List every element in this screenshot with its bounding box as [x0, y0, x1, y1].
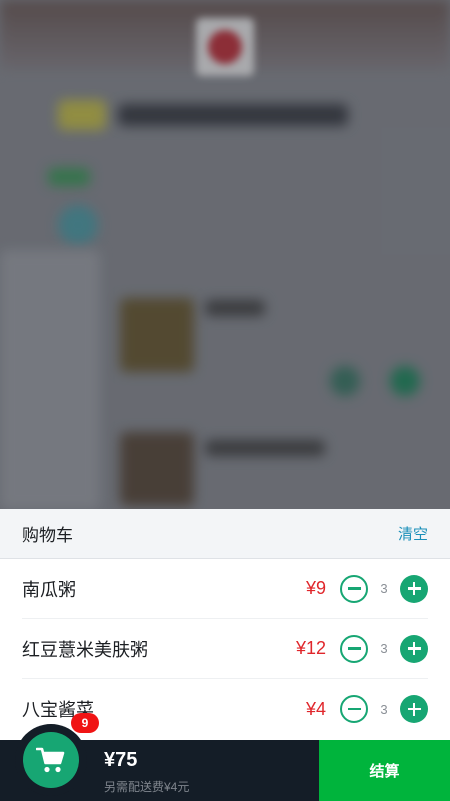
cart-item-price: ¥4 — [305, 698, 326, 719]
minus-icon — [347, 647, 361, 650]
cart-item-quantity: 3 — [380, 701, 388, 717]
minus-icon — [347, 707, 361, 711]
cart-title: 购物车 — [22, 526, 73, 545]
cart-item-name: 红豆薏米美肤粥 — [22, 639, 148, 660]
cart-button-ring: 9 — [15, 713, 99, 796]
increase-quantity-button[interactable] — [400, 695, 428, 723]
delivery-fee-note: 另需配送费¥4元 — [104, 780, 190, 794]
increase-quantity-button[interactable] — [400, 574, 428, 603]
minus-icon — [347, 587, 361, 590]
increase-quantity-button[interactable] — [400, 634, 428, 663]
cart-item: 南瓜粥 ¥9 3 — [22, 559, 428, 619]
cart-item-price: ¥12 — [295, 638, 326, 658]
cart-summary: 9 ¥75 另需配送费¥4元 — [0, 713, 319, 801]
decrease-quantity-button[interactable] — [340, 695, 368, 723]
cart-sheet: 购物车 清空 南瓜粥 ¥9 3 红豆薏米美肤粥 ¥12 3 八宝酱菜 ¥4 3 — [0, 509, 450, 740]
cart-icon — [36, 747, 65, 773]
cart-bottom-bar: 9 ¥75 另需配送费¥4元 结算 — [0, 713, 450, 801]
cart-item-quantity: 3 — [380, 581, 388, 596]
cart-item-price: ¥9 — [305, 578, 326, 598]
cart-header: 购物车 清空 — [0, 509, 450, 559]
cart-item-name: 八宝酱菜 — [22, 700, 94, 720]
checkout-button[interactable]: 结算 — [319, 740, 450, 801]
cart-item-name: 南瓜粥 — [22, 579, 76, 600]
decrease-quantity-button[interactable] — [340, 574, 368, 603]
clear-cart-button[interactable]: 清空 — [398, 523, 428, 544]
cart-item-quantity: 3 — [380, 641, 388, 656]
cart-button[interactable] — [23, 732, 79, 788]
cart-item: 红豆薏米美肤粥 ¥12 3 — [22, 619, 428, 679]
decrease-quantity-button[interactable] — [340, 634, 368, 663]
cart-total-price: ¥75 — [104, 749, 138, 771]
cart-item-list: 南瓜粥 ¥9 3 红豆薏米美肤粥 ¥12 3 八宝酱菜 ¥4 3 — [0, 559, 450, 739]
cart-count-badge: 9 — [71, 713, 99, 733]
